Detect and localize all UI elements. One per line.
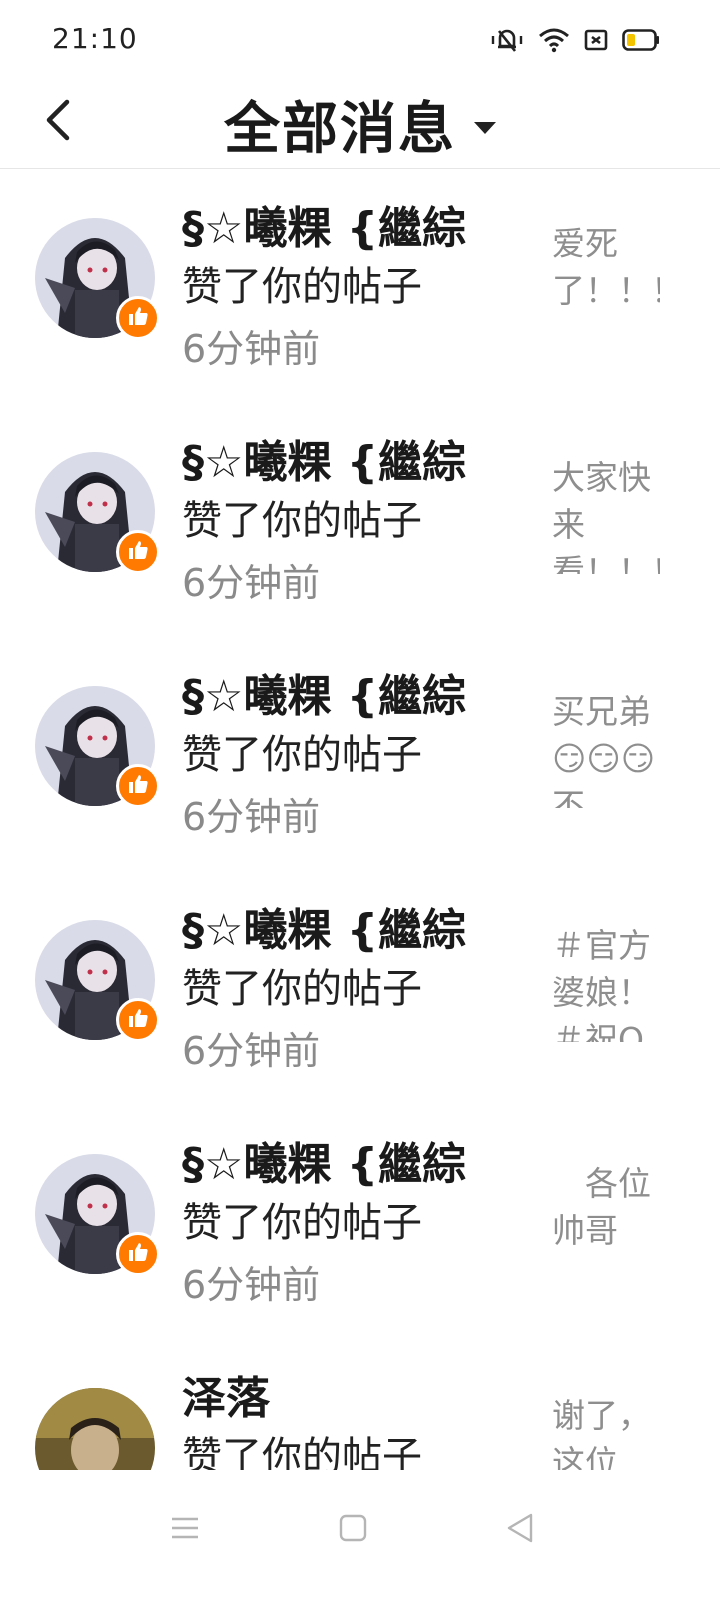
notification-time: 6分钟前 — [182, 795, 321, 839]
notification-item[interactable]: §☆曦粿 {繼綜 赞了你的帖子 6分钟前 买兄弟😏😏😏不 — [0, 638, 720, 872]
notification-action: 赞了你的帖子 — [182, 1434, 422, 1470]
post-preview[interactable]: 谢了，这位 — [552, 1392, 660, 1470]
status-icons — [490, 26, 660, 54]
status-bar: 21:10 — [0, 0, 720, 80]
like-badge — [116, 1232, 160, 1276]
post-preview[interactable]: 各位帅哥 — [552, 1160, 660, 1276]
notification-action: 赞了你的帖子 — [182, 966, 422, 1012]
sender-name[interactable]: §☆曦粿 {繼綜 — [182, 1128, 488, 1192]
post-preview[interactable]: ＃官方婆娘！＃祝Q — [552, 922, 660, 1042]
status-time: 21:10 — [52, 22, 138, 55]
sender-name[interactable]: §☆曦粿 {繼綜 — [182, 426, 488, 490]
post-preview[interactable]: 大家快来看！！！ — [552, 454, 660, 574]
back-triangle-icon — [505, 1512, 535, 1548]
battery-icon — [622, 28, 660, 52]
notification-time: 6分钟前 — [182, 327, 321, 371]
thumbs-up-icon — [127, 539, 149, 565]
nav-home-button[interactable] — [323, 1500, 383, 1560]
page-title: 全部消息 — [224, 97, 456, 162]
notification-item[interactable]: §☆曦粿 {繼綜 赞了你的帖子 6分钟前 各位帅哥 — [0, 1106, 720, 1340]
mute-vibrate-icon — [490, 26, 524, 54]
notification-item[interactable]: §☆曦粿 {繼綜 赞了你的帖子 6分钟前 大家快来看！！！ — [0, 404, 720, 638]
nav-menu-button[interactable] — [155, 1500, 215, 1560]
thumbs-up-icon — [127, 1241, 149, 1267]
header: 全部消息 — [0, 80, 720, 169]
caret-down-icon — [474, 121, 496, 134]
sim-icon — [584, 28, 608, 52]
wifi-icon — [538, 27, 570, 53]
like-badge — [116, 530, 160, 574]
sender-name[interactable]: §☆曦粿 {繼綜 — [182, 660, 488, 724]
thumbs-up-icon — [127, 773, 149, 799]
sender-name[interactable]: §☆曦粿 {繼綜 — [182, 894, 488, 958]
menu-icon — [169, 1513, 201, 1547]
like-badge — [116, 764, 160, 808]
sender-name[interactable]: 泽落 — [182, 1362, 488, 1426]
notification-action: 赞了你的帖子 — [182, 498, 422, 544]
notification-item[interactable]: §☆曦粿 {繼綜 赞了你的帖子 6分钟前 ＃官方婆娘！＃祝Q — [0, 872, 720, 1106]
notification-item[interactable]: §☆曦粿 {繼綜 赞了你的帖子 6分钟前 爱死了！！！！！ — [0, 170, 720, 404]
nav-back-button[interactable] — [490, 1500, 550, 1560]
notification-time: 6分钟前 — [182, 1029, 321, 1073]
post-preview[interactable]: 爱死了！！！！！ — [552, 220, 660, 340]
thumbs-up-icon — [127, 305, 149, 331]
home-square-icon — [338, 1513, 368, 1547]
sender-name[interactable]: §☆曦粿 {繼綜 — [182, 192, 488, 256]
notification-action: 赞了你的帖子 — [182, 732, 422, 778]
system-nav-bar — [0, 1470, 720, 1600]
title-dropdown[interactable]: 全部消息 — [0, 84, 720, 165]
avatar[interactable] — [35, 1388, 155, 1470]
notification-time: 6分钟前 — [182, 1263, 321, 1307]
notification-action: 赞了你的帖子 — [182, 264, 422, 310]
notification-time: 6分钟前 — [182, 561, 321, 605]
like-badge — [116, 998, 160, 1042]
post-preview[interactable]: 买兄弟😏😏😏不 — [552, 688, 660, 808]
notification-item[interactable]: 泽落 赞了你的帖子 谢了，这位 — [0, 1340, 720, 1470]
notification-action: 赞了你的帖子 — [182, 1200, 422, 1246]
like-badge — [116, 296, 160, 340]
notification-list[interactable]: §☆曦粿 {繼綜 赞了你的帖子 6分钟前 爱死了！！！！！ — [0, 170, 720, 1470]
thumbs-up-icon — [127, 1007, 149, 1033]
